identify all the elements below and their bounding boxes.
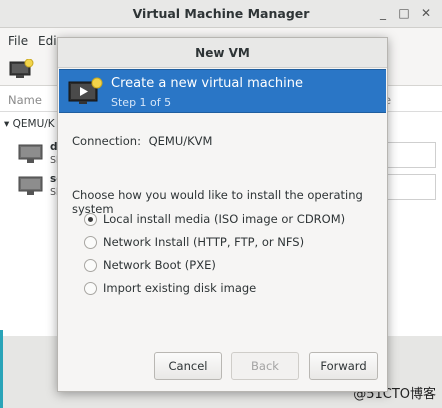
connection-label: Connection:	[72, 134, 141, 148]
dialog-titlebar: New VM	[58, 38, 387, 68]
dialog-title: New VM	[195, 46, 250, 60]
vm-monitor-icon	[18, 176, 43, 195]
column-name[interactable]: Name	[8, 93, 42, 107]
radio-label[interactable]: Import existing disk image	[103, 281, 256, 295]
radio-label[interactable]: Network Install (HTTP, FTP, or NFS)	[103, 235, 304, 249]
radio-import-disk[interactable]: Import existing disk image	[84, 280, 374, 298]
connection-group-label: QEMU/K	[12, 118, 55, 130]
radio-button[interactable]	[84, 282, 97, 295]
radio-button[interactable]	[84, 236, 97, 249]
connection-group[interactable]: ▾ QEMU/K	[4, 118, 55, 130]
new-vm-icon	[68, 77, 103, 104]
new-vm-dialog: New VM Create a new virtual machine Step…	[57, 37, 388, 392]
radio-button[interactable]	[84, 259, 97, 272]
radio-network-boot[interactable]: Network Boot (PXE)	[84, 257, 374, 275]
banner-title: Create a new virtual machine	[111, 76, 303, 91]
vm-cpu-graph	[380, 174, 436, 200]
chevron-down-icon[interactable]: ▾	[4, 118, 13, 130]
banner-step: Step 1 of 5	[111, 96, 172, 109]
close-icon[interactable]: ✕	[418, 5, 434, 21]
radio-label[interactable]: Local install media (ISO image or CDROM)	[103, 212, 345, 226]
radio-local-media[interactable]: Local install media (ISO image or CDROM)	[84, 211, 374, 229]
wizard-banner: Create a new virtual machine Step 1 of 5	[59, 69, 386, 113]
forward-button[interactable]: Forward	[309, 352, 378, 380]
minimize-icon[interactable]: _	[375, 5, 391, 21]
menu-file[interactable]: File	[8, 34, 28, 48]
vm-cpu-graph	[380, 142, 436, 168]
connection-row: Connection: QEMU/KVM	[72, 134, 212, 148]
radio-network-install[interactable]: Network Install (HTTP, FTP, or NFS)	[84, 234, 374, 252]
maximize-icon[interactable]: □	[396, 5, 412, 21]
new-vm-icon[interactable]	[8, 59, 34, 79]
cancel-button[interactable]: Cancel	[154, 352, 222, 380]
menu-edit[interactable]: Edi	[38, 34, 57, 48]
radio-label[interactable]: Network Boot (PXE)	[103, 258, 216, 272]
main-window-titlebar: Virtual Machine Manager _ □ ✕	[0, 0, 442, 28]
connection-value: QEMU/KVM	[148, 134, 213, 148]
radio-button-checked[interactable]	[84, 213, 97, 226]
back-button[interactable]: Back	[231, 352, 299, 380]
desktop-accent-bar	[0, 330, 3, 408]
vm-monitor-icon	[18, 144, 43, 163]
